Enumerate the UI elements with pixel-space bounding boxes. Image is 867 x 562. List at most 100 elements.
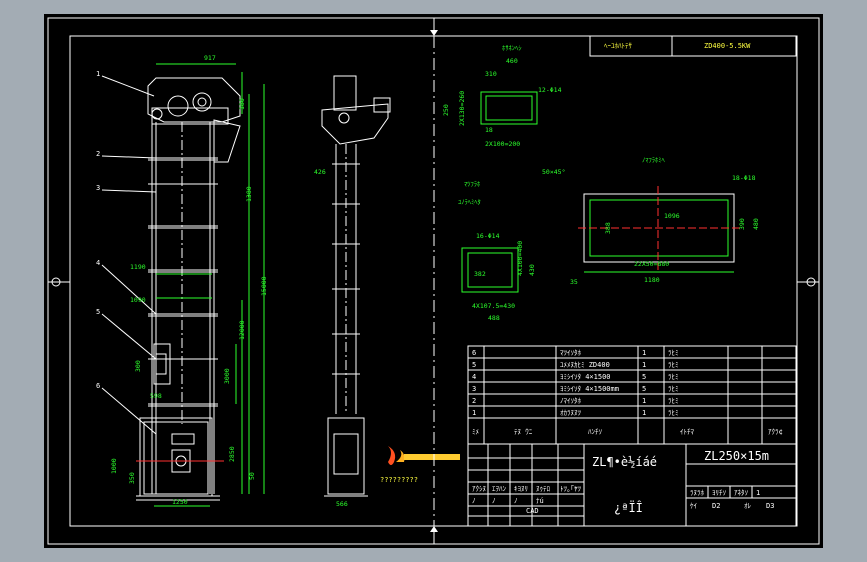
row-2-note: ﾗﾋﾐ — [668, 397, 679, 405]
row-5-qty: 1 — [642, 361, 646, 369]
logo-caption: ????????? — [380, 476, 418, 484]
balloon-5: 5 — [96, 308, 100, 316]
row-4-note: ﾗﾋﾐ — [668, 373, 679, 381]
header-note: ｱｸﾗ¢ — [768, 428, 783, 436]
cell-shts: ｹｲ — [690, 502, 698, 510]
dim-1250: 1250 — [172, 498, 188, 506]
section-a-title: ﾎｻﾈﾝﾍｼ — [502, 44, 522, 52]
parts-table: 6 ﾏﾂｲｿﾀﾎ 1 ﾗﾋﾐ 5 ﾕﾒﾒﾇｶﾋﾐ ZD400 1 ﾗﾋﾐ 4 ﾖ… — [467, 345, 797, 445]
row-1-no: 1 — [472, 409, 476, 417]
section-b-dim-488: 488 — [488, 314, 500, 322]
section-c-dim-35: 35 — [570, 278, 578, 286]
row-4-name: ﾖﾐｼｲｿﾀ 4×1500 — [560, 373, 611, 381]
cad-label: CAD — [526, 507, 539, 515]
section-c-dim-480: 480 — [752, 218, 760, 230]
section-a-bottom-label: 2X100=200 — [485, 140, 520, 148]
row-6-name: ﾏﾂｲｿﾀﾎ — [560, 349, 581, 357]
balloons: 1 2 3 4 5 6 — [96, 70, 157, 435]
row-6-no: 6 — [472, 349, 476, 357]
row-3-qty: 5 — [642, 385, 646, 393]
dim-50: 50 — [248, 472, 256, 480]
section-c-dim-1096: 1096 — [664, 212, 680, 220]
section-b-title1: ﾏﾂﾌﾗﾎ — [464, 180, 481, 188]
dim-300: 300 — [134, 360, 142, 372]
cell-sht: ｵﾚ — [744, 502, 752, 510]
balloon-6: 6 — [96, 382, 100, 390]
dim-426: 426 — [314, 168, 326, 176]
balloon-4: 4 — [96, 259, 100, 267]
row-3-name: ﾖﾐｼｲｿﾀ 4×1500mm — [560, 385, 619, 393]
row-1-qty: 1 — [642, 409, 646, 417]
dim-1380: 1380 — [245, 186, 253, 202]
section-c-holes: 18-Φ18 — [732, 174, 756, 182]
dim-566: 566 — [336, 500, 348, 508]
cad-drawing-sheet[interactable]: 1 2 3 4 5 6 917 180 1380 15000 12000 300… — [44, 14, 823, 548]
section-a-left-label: 2X130=260 — [458, 91, 466, 126]
section-c: ﾉﾏﾌﾗﾎﾐﾍ 50×45° 18-Φ18 1096 388 390 480 2… — [542, 156, 760, 286]
section-a: ﾎｻﾈﾝﾍｼ 460 310 250 2X130=260 12-Φ14 18 2… — [442, 44, 562, 148]
front-view — [136, 77, 241, 501]
header-qty: ﾊﾝﾁｿ — [588, 428, 602, 436]
cell-scale: ｱﾈﾀｿ — [734, 489, 748, 497]
cad-drawing-canvas[interactable]: 1 2 3 4 5 6 917 180 1380 15000 12000 300… — [44, 14, 823, 548]
cell-d2: D2 — [712, 502, 720, 510]
section-c-dim-1180: 1180 — [644, 276, 660, 284]
cell-d1: 1 — [756, 489, 760, 497]
dim-1090: 1090 — [130, 296, 146, 304]
section-c-dim-388: 388 — [604, 222, 612, 234]
cell-date: ﾄﾂ｡｢ﾔﾂ — [560, 485, 581, 493]
motor-label: ﾍｰﾕﾎﾊﾄﾃｻ — [604, 42, 632, 50]
row-6-qty: 1 — [642, 349, 646, 357]
cell-rev: ｱｸｼﾇ — [472, 485, 486, 493]
company-name: ¿ªÏÎ — [614, 500, 643, 515]
cell-check: ﾉ — [492, 497, 496, 505]
row-5-note: ﾗﾋﾐ — [668, 361, 679, 369]
dim-598: 598 — [150, 392, 162, 400]
row-2-name: ﾉﾏｲｿﾀﾎ — [560, 397, 581, 405]
dim-12000: 12000 — [238, 320, 246, 340]
cell-d3: D3 — [766, 502, 774, 510]
cell-approve: ﾅú — [536, 497, 544, 505]
section-a-dim-310: 310 — [485, 70, 497, 78]
section-b-title2: ﾕﾉﾗﾍﾐﾍﾀ — [458, 198, 481, 206]
cell-sign: ﾇｩﾃﾛ — [536, 485, 550, 493]
row-2-no: 2 — [472, 397, 476, 405]
dim-1190: 1190 — [130, 263, 146, 271]
row-5-name: ﾕﾒﾒﾇｶﾋﾐ ZD400 — [560, 361, 610, 369]
section-b: ﾏﾂﾌﾗﾎ ﾕﾉﾗﾍﾐﾍﾀ 16-Φ14 382 4X100=400 430 4… — [458, 180, 536, 322]
section-a-holes: 12-Φ14 — [538, 86, 562, 94]
cell-stage: ﾗﾇﾗﾎ — [690, 489, 704, 497]
motor-value: ZD400-5.5KW — [704, 42, 751, 50]
section-b-holes: 16-Φ14 — [476, 232, 500, 240]
dim-3000: 3000 — [223, 368, 231, 384]
row-6-note: ﾗﾋﾐ — [668, 349, 679, 357]
balloon-3: 3 — [96, 184, 100, 192]
section-b-bottom-label: 4X107.5=430 — [472, 302, 515, 310]
section-a-dim-460: 460 — [506, 57, 518, 65]
section-b-dim-430: 430 — [528, 264, 536, 276]
section-c-dim-390: 390 — [738, 218, 746, 230]
header-material: ｲﾄﾁﾏ — [680, 428, 694, 436]
cell-design: ﾉ — [472, 497, 476, 505]
row-1-note: ﾗﾋﾐ — [668, 409, 679, 417]
section-c-title: ﾉﾏﾌﾗﾎﾐﾍ — [642, 156, 666, 164]
logo: ????????? — [380, 446, 460, 484]
row-4-qty: 5 — [642, 373, 646, 381]
row-1-name: ｵｶﾗﾇﾇﾂ — [560, 409, 581, 417]
section-b-dim-382: 382 — [474, 270, 486, 278]
balloon-2: 2 — [96, 150, 100, 158]
title-block: ZL¶•è½íáé ZL250×15m ¿ªÏÎ CAD ｱｸｼﾇ ｴｦﾊﾝ ｷ… — [467, 443, 797, 527]
section-a-dim-18: 18 — [485, 126, 493, 134]
arrow-top — [430, 30, 438, 36]
header-no: ﾐﾒ — [472, 428, 480, 436]
dim-180: 180 — [238, 98, 246, 110]
dim-917: 917 — [204, 54, 216, 62]
cell-weight: ﾖﾘﾁｿ — [712, 489, 726, 497]
balloon-1: 1 — [96, 70, 100, 78]
arrow-bottom — [430, 526, 438, 532]
header-name: ﾃﾇ ｳﾆ — [514, 428, 533, 436]
dim-2850: 2850 — [228, 446, 236, 462]
section-a-dim-250: 250 — [442, 104, 450, 116]
row-3-note: ﾗﾋﾐ — [668, 385, 679, 393]
row-5-no: 5 — [472, 361, 476, 369]
